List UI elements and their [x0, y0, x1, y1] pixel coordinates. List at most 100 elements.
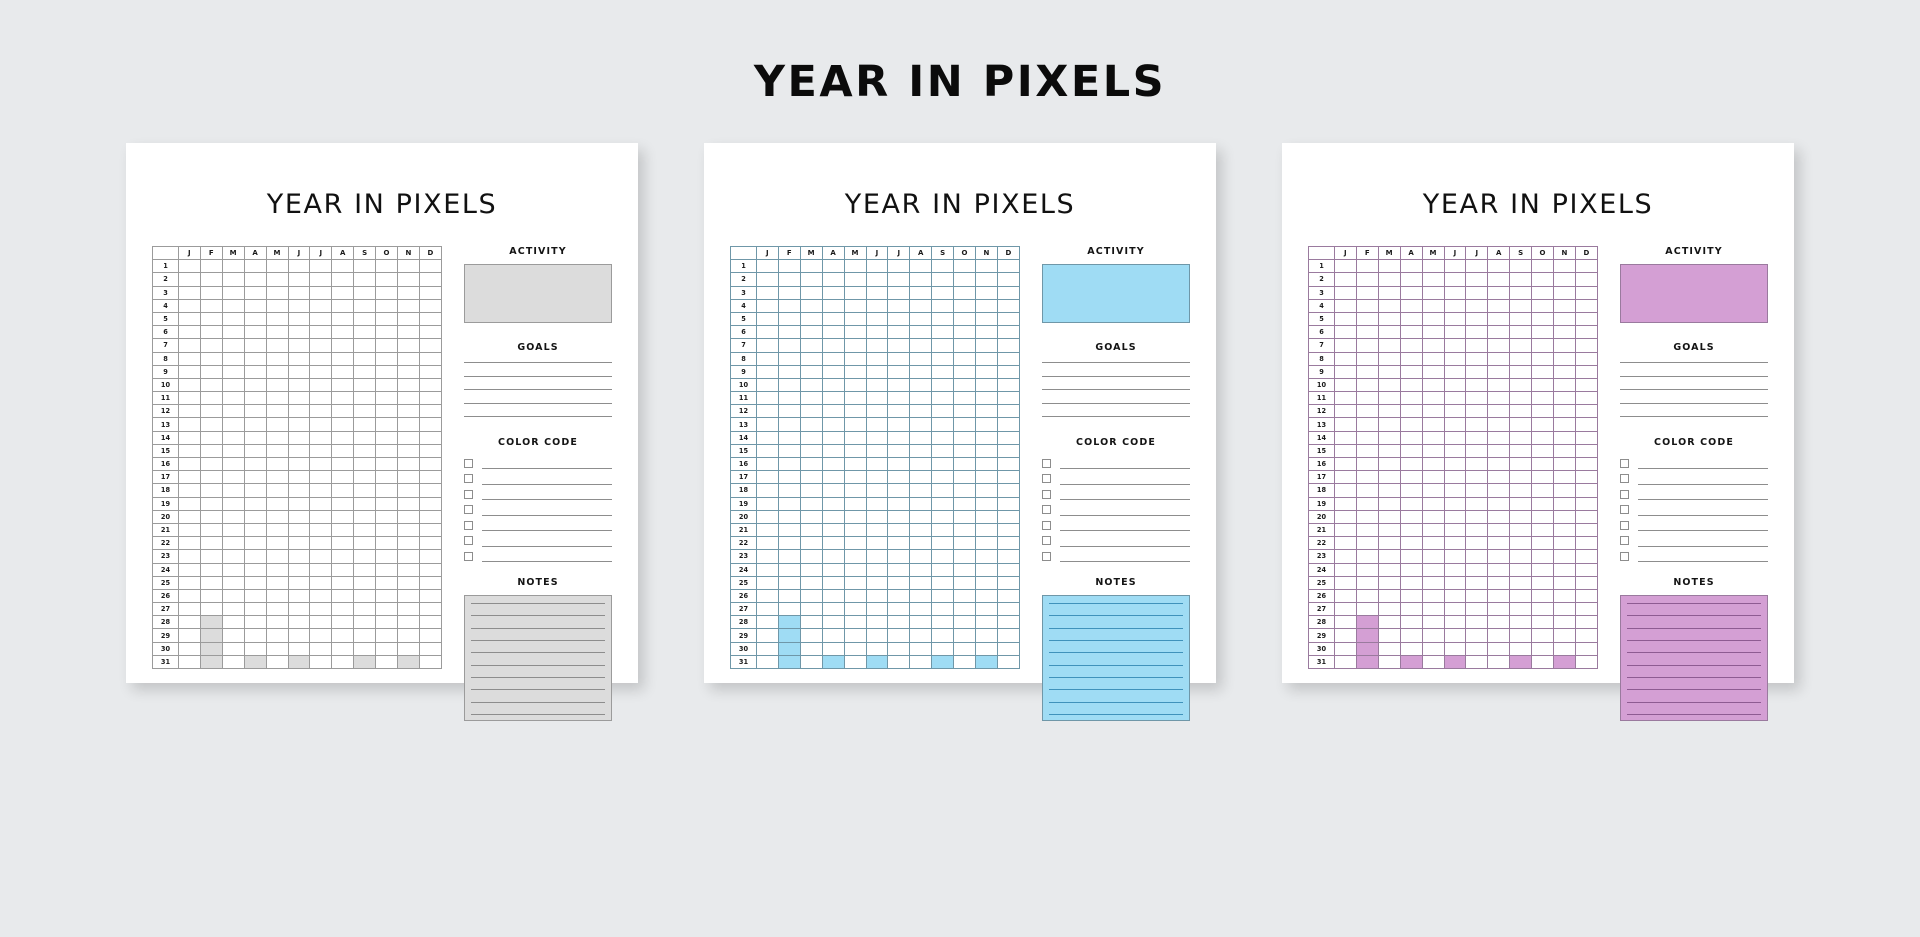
pixel-cell-29-11[interactable] — [397, 628, 420, 643]
pixel-cell-18-3[interactable] — [221, 483, 245, 498]
pixel-cell-16-3[interactable] — [1377, 456, 1401, 472]
pixel-cell-4-12[interactable] — [996, 298, 1021, 313]
pixel-cell-filled-31-4[interactable] — [1399, 654, 1423, 670]
pixel-cell-9-9[interactable] — [353, 364, 377, 379]
pixel-cell-16-9[interactable] — [353, 456, 377, 472]
pixel-cell-4-6[interactable] — [865, 298, 889, 313]
pixel-cell-10-6[interactable] — [1443, 377, 1467, 393]
pixel-cell-9-6[interactable] — [1443, 364, 1467, 379]
pixel-cell-19-10[interactable] — [953, 496, 977, 511]
pixel-cell-16-1[interactable] — [1334, 456, 1357, 472]
pixel-cell-20-8[interactable] — [909, 509, 933, 524]
pixel-cell-7-5[interactable] — [1421, 338, 1445, 353]
pixel-cell-28-10[interactable] — [375, 615, 399, 630]
pixel-cell-19-4[interactable] — [243, 496, 267, 511]
pixel-cell-10-10[interactable] — [1531, 377, 1555, 393]
pixel-cell-filled-31-2[interactable] — [199, 654, 223, 670]
pixel-cell-6-4[interactable] — [1399, 325, 1423, 340]
pixel-cell-31-5[interactable] — [265, 654, 289, 670]
pixel-cell-22-2[interactable] — [1355, 536, 1379, 551]
pixel-cell-11-8[interactable] — [1487, 391, 1511, 406]
pixel-cell-12-7[interactable] — [887, 404, 911, 419]
color-code-line-4[interactable] — [482, 514, 612, 516]
pixel-cell-19-5[interactable] — [1421, 496, 1445, 511]
pixel-cell-13-11[interactable] — [1553, 417, 1576, 432]
pixel-cell-17-2[interactable] — [199, 470, 223, 485]
pixel-cell-30-3[interactable] — [221, 641, 245, 656]
pixel-cell-26-11[interactable] — [397, 588, 420, 604]
pixel-cell-9-4[interactable] — [1399, 364, 1423, 379]
pixel-cell-14-1[interactable] — [1334, 430, 1357, 445]
pixel-cell-28-6[interactable] — [1443, 615, 1467, 630]
notes-line-6[interactable] — [1627, 664, 1761, 666]
pixel-cell-28-1[interactable] — [178, 615, 201, 630]
pixel-cell-26-9[interactable] — [1509, 588, 1533, 604]
pixel-cell-8-11[interactable] — [397, 351, 420, 366]
pixel-cell-8-3[interactable] — [1377, 351, 1401, 366]
pixel-cell-2-10[interactable] — [1531, 272, 1555, 287]
pixel-cell-28-8[interactable] — [1487, 615, 1511, 630]
pixel-cell-25-6[interactable] — [865, 575, 889, 590]
pixel-cell-20-2[interactable] — [777, 509, 801, 524]
color-code-line-5[interactable] — [1060, 530, 1190, 531]
pixel-cell-27-5[interactable] — [843, 602, 867, 617]
pixel-cell-27-4[interactable] — [243, 602, 267, 617]
pixel-cell-27-7[interactable] — [887, 602, 911, 617]
pixel-cell-30-1[interactable] — [178, 641, 201, 656]
pixel-cell-5-12[interactable] — [996, 311, 1021, 327]
notes-line-2[interactable] — [471, 615, 605, 617]
pixel-cell-2-1[interactable] — [1334, 272, 1357, 287]
color-code-checkbox-5[interactable] — [1620, 520, 1629, 530]
pixel-cell-17-5[interactable] — [265, 470, 289, 485]
pixel-cell-25-3[interactable] — [1377, 575, 1401, 590]
pixel-cell-11-9[interactable] — [1509, 391, 1533, 406]
pixel-cell-8-7[interactable] — [1465, 351, 1489, 366]
pixel-cell-24-6[interactable] — [1443, 562, 1467, 577]
pixel-cell-11-5[interactable] — [265, 391, 289, 406]
pixel-cell-26-5[interactable] — [265, 588, 289, 604]
pixel-cell-8-4[interactable] — [821, 351, 845, 366]
pixel-cell-21-4[interactable] — [821, 522, 845, 538]
pixel-cell-22-1[interactable] — [756, 536, 779, 551]
pixel-cell-12-5[interactable] — [843, 404, 867, 419]
pixel-cell-27-3[interactable] — [1377, 602, 1401, 617]
pixel-cell-7-5[interactable] — [265, 338, 289, 353]
pixel-cell-20-2[interactable] — [1355, 509, 1379, 524]
pixel-cell-9-6[interactable] — [287, 364, 311, 379]
notes-line-8[interactable] — [1049, 689, 1183, 691]
pixel-cell-filled-30-2[interactable] — [199, 641, 223, 656]
pixel-cell-6-5[interactable] — [265, 325, 289, 340]
pixel-cell-10-11[interactable] — [975, 377, 998, 393]
pixel-cell-12-2[interactable] — [777, 404, 801, 419]
pixel-cell-28-9[interactable] — [1509, 615, 1533, 630]
pixel-cell-19-3[interactable] — [799, 496, 823, 511]
pixel-cell-11-2[interactable] — [1355, 391, 1379, 406]
pixel-cell-26-3[interactable] — [1377, 588, 1401, 604]
notes-line-5[interactable] — [471, 652, 605, 654]
notes-box[interactable] — [464, 595, 612, 721]
pixel-cell-1-7[interactable] — [309, 259, 333, 274]
pixel-cell-15-2[interactable] — [777, 443, 801, 459]
pixel-cell-11-10[interactable] — [1531, 391, 1555, 406]
pixel-cell-20-12[interactable] — [1574, 509, 1599, 524]
pixel-cell-29-3[interactable] — [221, 628, 245, 643]
pixel-cell-9-9[interactable] — [931, 364, 955, 379]
pixel-cell-13-12[interactable] — [996, 417, 1021, 432]
pixel-cell-11-1[interactable] — [178, 391, 201, 406]
pixel-cell-21-10[interactable] — [953, 522, 977, 538]
pixel-cell-19-1[interactable] — [756, 496, 779, 511]
pixel-cell-20-6[interactable] — [865, 509, 889, 524]
pixel-cell-10-4[interactable] — [1399, 377, 1423, 393]
pixel-cell-6-3[interactable] — [799, 325, 823, 340]
pixel-cell-8-6[interactable] — [1443, 351, 1467, 366]
pixel-cell-16-10[interactable] — [375, 456, 399, 472]
notes-line-2[interactable] — [1049, 615, 1183, 617]
pixel-cell-7-12[interactable] — [418, 338, 443, 353]
color-code-line-7[interactable] — [1638, 561, 1768, 562]
pixel-cell-25-9[interactable] — [353, 575, 377, 590]
pixel-cell-16-10[interactable] — [953, 456, 977, 472]
color-code-line-6[interactable] — [1638, 545, 1768, 547]
pixel-cell-16-6[interactable] — [865, 456, 889, 472]
pixel-cell-29-7[interactable] — [309, 628, 333, 643]
pixel-cell-7-2[interactable] — [199, 338, 223, 353]
